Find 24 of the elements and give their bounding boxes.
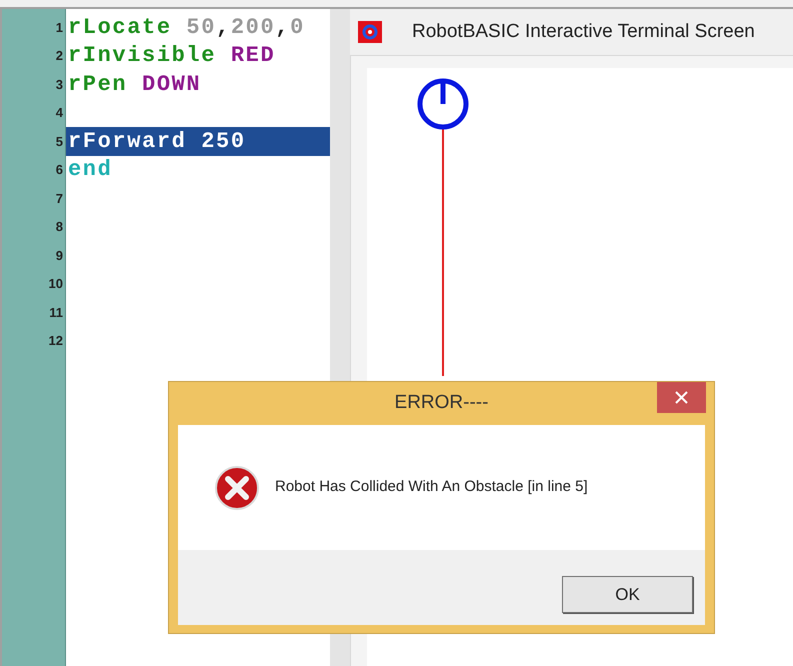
- code-line: rLocate 50,200,0: [68, 14, 305, 42]
- line-number: 10: [48, 275, 63, 293]
- error-icon: [215, 466, 259, 510]
- line-number: 12: [48, 332, 63, 350]
- ok-button[interactable]: OK: [562, 576, 693, 613]
- close-icon: [675, 391, 688, 404]
- close-button[interactable]: [657, 382, 706, 413]
- line-number: 3: [56, 76, 63, 94]
- window-title: RobotBASIC Interactive Terminal Screen: [412, 20, 755, 44]
- line-number: 11: [49, 304, 63, 322]
- line-number: 4: [56, 104, 63, 122]
- line-number: 6: [56, 161, 63, 179]
- line-number: 7: [56, 190, 63, 208]
- line-number: 5: [56, 132, 63, 150]
- line-number: 9: [56, 246, 63, 264]
- code-line: rPen DOWN: [68, 70, 202, 99]
- code-line: end: [68, 156, 112, 184]
- dialog-title: ERROR----: [394, 391, 488, 416]
- code-line: rForward 250: [68, 128, 246, 156]
- line-number: 2: [56, 47, 63, 65]
- code-line: rInvisible RED: [68, 42, 276, 70]
- line-number: 8: [56, 218, 63, 236]
- line-number: 1: [56, 18, 63, 36]
- app-icon: [358, 21, 382, 43]
